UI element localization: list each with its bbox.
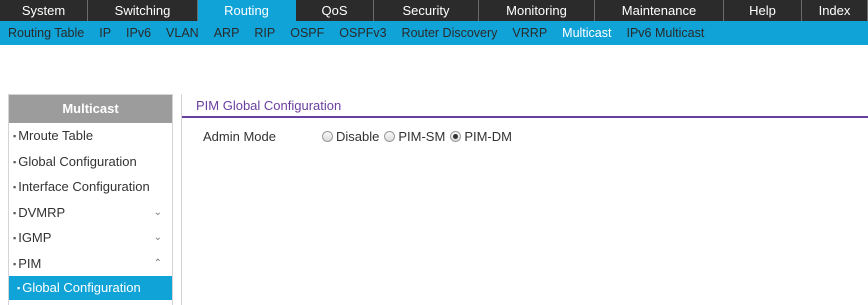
subnav-ipv6-multicast[interactable]: IPv6 Multicast [626, 26, 704, 40]
main-panel: PIM Global Configuration Admin Mode Disa… [181, 94, 868, 305]
tab-index[interactable]: Index [802, 0, 868, 21]
sidebar-item-label: DVMRP [18, 204, 66, 220]
radio-pim-sm[interactable] [384, 131, 396, 142]
sidebar-item-label: Global Configuration [22, 280, 141, 295]
bullet-icon: ▪ [17, 283, 21, 293]
radio-pim-sm-label: PIM-SM [398, 129, 446, 144]
radio-disable-label: Disable [336, 129, 380, 144]
tab-help[interactable]: Help [724, 0, 802, 21]
subnav-ospf[interactable]: OSPF [290, 26, 324, 40]
sidebar-title: Multicast [9, 95, 172, 123]
radio-pim-dm[interactable] [450, 131, 462, 142]
sidebar-item-pim-global-configuration[interactable]: ▪ Global Configuration [9, 276, 172, 300]
chevron-up-icon[interactable]: ⌃ [154, 251, 162, 277]
tab-qos[interactable]: QoS [296, 0, 374, 21]
sidebar-item-label: Mroute Table [18, 128, 94, 143]
subnav-ip[interactable]: IP [99, 26, 111, 40]
tab-routing[interactable]: Routing [198, 0, 296, 21]
radio-disable[interactable] [322, 131, 333, 142]
sidebar-item-global-configuration[interactable]: ▪ Global Configuration [9, 149, 172, 175]
chevron-down-icon[interactable]: ⌄ [154, 225, 162, 251]
chevron-down-icon[interactable]: ⌄ [154, 200, 162, 226]
subnav-vrrp[interactable]: VRRP [512, 26, 547, 40]
sidebar-item-mroute-table[interactable]: ▪ Mroute Table [9, 123, 172, 149]
subnav-arp[interactable]: ARP [214, 26, 240, 40]
sidebar-item-label: IGMP [18, 230, 52, 245]
sidebar-item-igmp[interactable]: ▪ IGMP ⌄ [9, 225, 172, 251]
sidebar-item-pim[interactable]: ▪ PIM ⌃ [9, 251, 172, 277]
bullet-icon: ▪ [13, 258, 17, 269]
sidebar-item-interface-configuration[interactable]: ▪ Interface Configuration [9, 174, 172, 200]
admin-mode-radio-group: Disable PIM-SM PIM-DM [322, 129, 517, 144]
subnav-ipv6[interactable]: IPv6 [126, 26, 151, 40]
sidebar-item-label: Interface Configuration [18, 179, 150, 194]
subnav-routing-table[interactable]: Routing Table [8, 26, 84, 40]
section-title: PIM Global Configuration [196, 98, 342, 113]
section-divider [182, 116, 868, 118]
bullet-icon: ▪ [13, 182, 17, 192]
subnav-vlan[interactable]: VLAN [166, 26, 199, 40]
sidebar: Multicast ▪ Mroute Table ▪ Global Configur… [8, 94, 173, 305]
tab-system[interactable]: System [0, 0, 88, 21]
top-nav: System Switching Routing QoS Security Mo… [0, 0, 868, 21]
sidebar-item-label: Global Configuration [18, 153, 137, 169]
sidebar-item-dvmrp[interactable]: ▪ DVMRP ⌄ [9, 200, 172, 226]
subnav-multicast[interactable]: Multicast [562, 26, 611, 40]
admin-mode-label: Admin Mode [203, 129, 276, 144]
tab-maintenance[interactable]: Maintenance [595, 0, 724, 21]
sub-nav: Routing Table IP IPv6 VLAN ARP RIP OSPF … [0, 21, 868, 45]
bullet-icon: ▪ [13, 131, 17, 141]
subnav-router-discovery[interactable]: Router Discovery [402, 26, 498, 40]
subnav-rip[interactable]: RIP [254, 26, 275, 40]
tab-switching[interactable]: Switching [88, 0, 198, 21]
bullet-icon: ▪ [13, 207, 17, 218]
tab-security[interactable]: Security [374, 0, 479, 21]
bullet-icon: ▪ [13, 156, 17, 167]
subnav-ospfv3[interactable]: OSPFv3 [339, 26, 386, 40]
radio-pim-dm-label: PIM-DM [464, 129, 512, 144]
tab-monitoring[interactable]: Monitoring [479, 0, 595, 21]
bullet-icon: ▪ [13, 233, 17, 243]
sidebar-item-label: PIM [18, 255, 42, 271]
